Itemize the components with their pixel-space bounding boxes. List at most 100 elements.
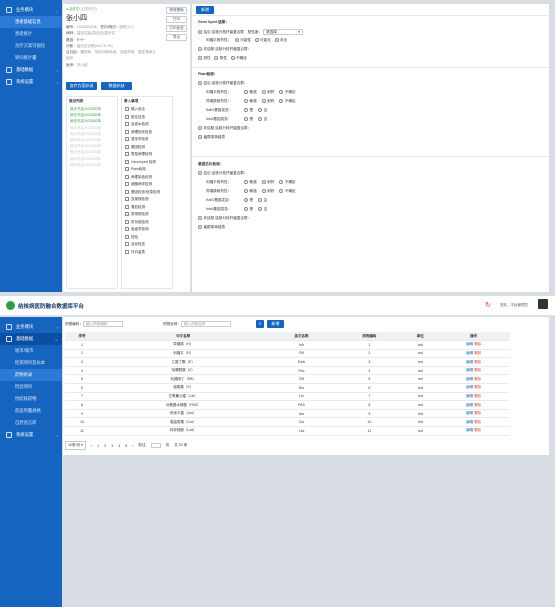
radio[interactable]: [198, 171, 202, 176]
delete-link[interactable]: 删除: [474, 360, 481, 364]
export-button[interactable]: 导出: [166, 34, 187, 41]
edit-link[interactable]: 编辑: [466, 420, 473, 424]
sidebar-item-6[interactable]: 抗结核药物: [0, 393, 62, 405]
checkbox[interactable]: [125, 122, 129, 127]
edit-link[interactable]: 编辑: [466, 394, 473, 398]
checkbox[interactable]: [125, 234, 129, 239]
radio[interactable]: [198, 225, 202, 230]
radio[interactable]: [198, 135, 202, 140]
entry-item[interactable]: 检验: [125, 234, 172, 242]
radio[interactable]: [214, 56, 219, 61]
checkbox[interactable]: [125, 249, 129, 254]
visit-item[interactable]: 就诊开启2023052年: [70, 162, 117, 168]
entry-item[interactable]: 基因检查/信息检测: [125, 189, 172, 197]
sidebar-group-base-data[interactable]: 基础数据 ›: [0, 64, 62, 76]
drug-code-input[interactable]: 输入药物编码: [82, 321, 123, 327]
radio[interactable]: [198, 216, 202, 221]
sidebar-item-outcome-stats[interactable]: 转归统计量: [0, 52, 62, 64]
radio[interactable]: [244, 117, 248, 122]
radio[interactable]: [244, 108, 248, 113]
checkbox[interactable]: [125, 167, 129, 172]
refresh-icon[interactable]: ↻: [485, 301, 491, 309]
entry-item[interactable]: 凝血检测: [125, 204, 172, 212]
form-add-button[interactable]: 新增: [196, 6, 214, 14]
edit-link[interactable]: 编辑: [466, 342, 473, 346]
edit-link[interactable]: 编辑: [466, 368, 473, 372]
sidebar-group-0[interactable]: 业务模块 ›: [0, 321, 62, 333]
checkbox[interactable]: [125, 227, 129, 232]
radio[interactable]: [198, 30, 202, 34]
entry-item[interactable]: GenoXpert 检测: [125, 159, 172, 167]
delete-link[interactable]: 删除: [474, 368, 481, 372]
next-page-button[interactable]: ›: [132, 444, 133, 448]
radio[interactable]: [279, 180, 284, 185]
checkbox[interactable]: [125, 174, 129, 179]
goto-input[interactable]: [150, 443, 161, 448]
entry-item[interactable]: Plain检测: [125, 166, 172, 174]
checkbox[interactable]: [125, 114, 129, 119]
edit-link[interactable]: 编辑: [466, 351, 473, 355]
print-button[interactable]: 打印: [166, 16, 187, 23]
checkbox[interactable]: [125, 204, 129, 209]
radio[interactable]: [244, 207, 248, 212]
radio[interactable]: [244, 198, 248, 203]
checkbox[interactable]: [125, 107, 129, 112]
radio[interactable]: [244, 189, 248, 194]
page-number[interactable]: 5: [125, 444, 127, 448]
checkbox[interactable]: [125, 182, 129, 187]
radio[interactable]: [279, 99, 284, 104]
page-number[interactable]: 2: [104, 444, 106, 448]
radio[interactable]: [279, 90, 284, 95]
checkbox[interactable]: [125, 219, 129, 224]
prev-page-button[interactable]: ‹: [91, 444, 92, 448]
drug-name-input[interactable]: 输入药物名称: [180, 321, 231, 327]
entry-item[interactable]: 免疫学检测: [125, 226, 172, 234]
avatar[interactable]: [538, 299, 548, 309]
radio[interactable]: [258, 117, 263, 122]
radio[interactable]: [198, 47, 202, 52]
delete-link[interactable]: 删除: [474, 403, 481, 407]
sidebar-item-5[interactable]: 检验项目: [0, 381, 62, 393]
entry-item[interactable]: 病理染色检测: [125, 174, 172, 182]
sidebar-item-patient-info[interactable]: 患者基础信息: [0, 16, 62, 28]
delete-link[interactable]: 删除: [474, 394, 481, 398]
search-button[interactable]: ⌕: [256, 320, 264, 328]
edit-basic-button[interactable]: 修改基础: [166, 7, 187, 14]
entry-item[interactable]: 肝功能检测: [125, 219, 172, 227]
checkbox[interactable]: [125, 137, 129, 142]
positivity-select[interactable]: 请选择 ▾: [263, 29, 303, 35]
checkbox[interactable]: [125, 152, 129, 157]
edit-link[interactable]: 编辑: [466, 377, 473, 381]
edit-link[interactable]: 编辑: [466, 428, 473, 432]
radio[interactable]: [198, 126, 202, 131]
sidebar-item-2[interactable]: 地市/城市: [0, 345, 62, 357]
radio[interactable]: [261, 180, 266, 185]
entry-item[interactable]: 既往检查: [125, 114, 172, 122]
entry-item[interactable]: 表型病理检测: [125, 151, 172, 159]
edit-link[interactable]: 编辑: [466, 360, 473, 364]
update-record-button[interactable]: 数据补缺: [101, 82, 132, 90]
radio[interactable]: [274, 38, 279, 43]
entry-item[interactable]: 细胞病学检测: [125, 181, 172, 189]
delete-link[interactable]: 删除: [474, 411, 481, 415]
sidebar-item-3[interactable]: 检测项目及标本: [0, 357, 62, 369]
entry-item[interactable]: 遗传学检查: [125, 136, 172, 144]
add-record-button[interactable]: 治疗方案补录: [66, 82, 97, 90]
radio[interactable]: [244, 180, 248, 185]
sidebar-group-1[interactable]: 基础数据 ⌄: [0, 333, 62, 345]
sidebar-item-treatment-viz[interactable]: 治疗方案可视化: [0, 40, 62, 52]
radio[interactable]: [261, 189, 266, 194]
delete-link[interactable]: 删除: [474, 351, 481, 355]
radio[interactable]: [244, 90, 248, 95]
radio[interactable]: [254, 38, 259, 43]
delete-link[interactable]: 删除: [474, 420, 481, 424]
edit-link[interactable]: 编辑: [466, 403, 473, 407]
radio[interactable]: [198, 81, 202, 86]
checkbox[interactable]: [125, 197, 129, 202]
radio[interactable]: [230, 56, 235, 61]
checkbox[interactable]: [125, 189, 129, 194]
sidebar-item-4[interactable]: 药物目录: [0, 369, 62, 381]
page-number[interactable]: 1: [97, 444, 99, 448]
radio[interactable]: [258, 207, 263, 212]
edit-link[interactable]: 编辑: [466, 411, 473, 415]
